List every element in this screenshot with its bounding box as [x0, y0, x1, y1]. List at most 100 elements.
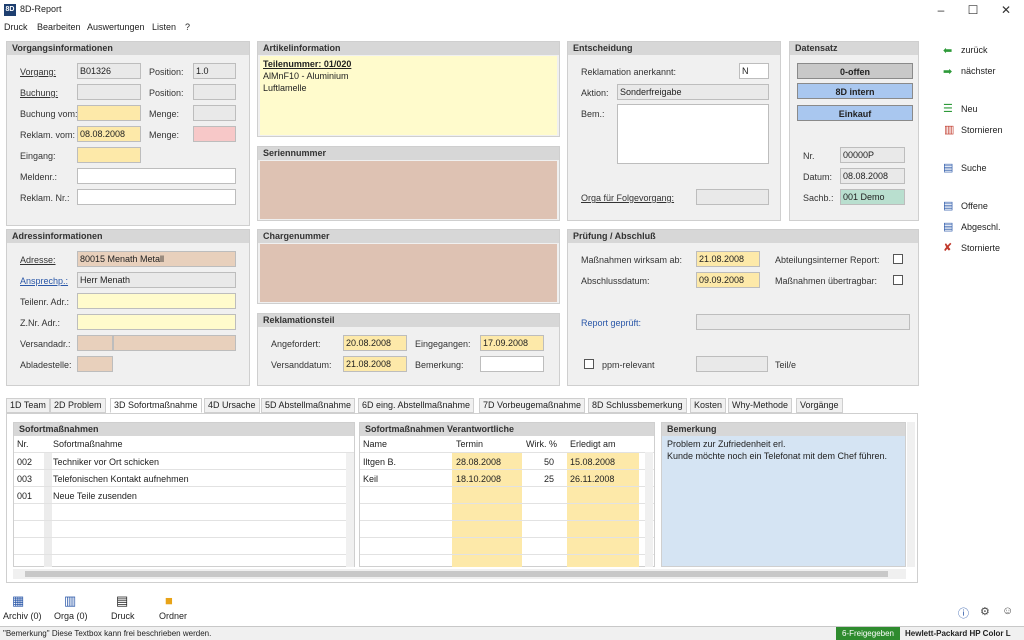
- sofort-row-1-text[interactable]: Techniker vor Ort schicken: [53, 457, 159, 467]
- reklam-vom-field[interactable]: 08.08.2008: [77, 126, 141, 142]
- abschluss-field[interactable]: 09.09.2008: [696, 272, 760, 288]
- abgeschl-button[interactable]: Abgeschl.: [961, 222, 1001, 232]
- menge-field[interactable]: [193, 105, 236, 121]
- vorgang-label[interactable]: Vorgang:: [20, 67, 56, 77]
- status-offen-button[interactable]: 0-offen: [797, 63, 913, 79]
- stornierte-button[interactable]: Stornierte: [961, 243, 1000, 253]
- maximize-button[interactable]: ☐: [962, 2, 984, 18]
- verantw-row-2-wirk[interactable]: 25: [544, 474, 554, 484]
- menge2-field[interactable]: [193, 126, 236, 142]
- adresse-label[interactable]: Adresse:: [20, 255, 56, 265]
- adresse-field[interactable]: 80015 Menath Metall: [77, 251, 236, 267]
- tab-2d-problem[interactable]: 2D Problem: [50, 398, 106, 413]
- bemerkung-box[interactable]: Bemerkung Problem zur Zufriedenheit erl.…: [661, 422, 906, 567]
- settings-icon[interactable]: ⚙: [980, 605, 990, 618]
- ablade-field[interactable]: [77, 356, 113, 372]
- buchung-label[interactable]: Buchung:: [20, 88, 58, 98]
- offene-button[interactable]: Offene: [961, 201, 988, 211]
- tab-6d-eing-abstellmassnahme[interactable]: 6D eing. Abstellmaßnahme: [358, 398, 475, 413]
- horizontal-scrollbar[interactable]: [13, 569, 906, 579]
- orga-label[interactable]: Orga für Folgevorgang:: [581, 193, 674, 203]
- verantw-row-2-erledigt[interactable]: 26.11.2008: [570, 474, 614, 484]
- versand-code-field[interactable]: [77, 335, 113, 351]
- tab-kosten[interactable]: Kosten: [690, 398, 727, 413]
- buchung-vom-field[interactable]: [77, 105, 141, 121]
- tab-4d-ursache[interactable]: 4D Ursache: [204, 398, 260, 413]
- bemerkung-scrollbar[interactable]: [907, 422, 915, 567]
- datum-field[interactable]: 08.08.2008: [840, 168, 905, 184]
- anerkannt-field[interactable]: N: [739, 63, 769, 79]
- verantw-row-1-erledigt[interactable]: 15.08.2008: [570, 457, 615, 467]
- artikel-box[interactable]: Teilenummer: 01/020 AlMnF10 - Aluminium …: [260, 56, 557, 135]
- reklam-nr-field[interactable]: [77, 189, 236, 205]
- neu-button[interactable]: Neu: [961, 104, 978, 114]
- ordner-button[interactable]: Ordner: [159, 611, 187, 621]
- meldenr-field[interactable]: [77, 168, 236, 184]
- verantw-scrollbar[interactable]: [645, 452, 653, 567]
- druck-button[interactable]: Druck: [111, 611, 135, 621]
- sofort-row-3-text[interactable]: Neue Teile zusenden: [53, 491, 137, 501]
- eingang-field[interactable]: [77, 147, 141, 163]
- stornieren-button[interactable]: Stornieren: [961, 125, 1003, 135]
- eingegangen-field[interactable]: 17.09.2008: [480, 335, 544, 351]
- suche-button[interactable]: Suche: [961, 163, 987, 173]
- teilenummer[interactable]: Teilenummer: 01/020: [263, 59, 351, 69]
- status-einkauf-button[interactable]: Einkauf: [797, 105, 913, 121]
- user-icon[interactable]: ☺: [1002, 605, 1013, 617]
- serien-box[interactable]: [260, 161, 557, 219]
- menu-bearbeiten[interactable]: Bearbeiten: [37, 22, 81, 32]
- menu-help[interactable]: ?: [185, 22, 190, 32]
- wirksam-field[interactable]: 21.08.2008: [696, 251, 760, 267]
- verantw-row-2-termin[interactable]: 18.10.2008: [456, 474, 501, 484]
- sofort-scrollbar[interactable]: [346, 453, 354, 567]
- zurueck-button[interactable]: zurück: [961, 45, 988, 55]
- sofort-row-2-text[interactable]: Telefonischen Kontakt aufnehmen: [53, 474, 189, 484]
- uebertragbar-checkbox[interactable]: [893, 275, 903, 285]
- sachb-field[interactable]: 001 Demo: [840, 189, 905, 205]
- position2-field[interactable]: [193, 84, 236, 100]
- minimize-button[interactable]: –: [930, 2, 952, 18]
- teile-field[interactable]: [696, 356, 768, 372]
- menu-druck[interactable]: Druck: [4, 22, 28, 32]
- scroll-thumb[interactable]: [25, 571, 888, 577]
- vorgang-field[interactable]: B01326: [77, 63, 141, 79]
- angefordert-field[interactable]: 20.08.2008: [343, 335, 407, 351]
- ansprech-label[interactable]: Ansprechp.:: [20, 276, 68, 286]
- verantw-row-1-termin[interactable]: 28.08.2008: [456, 457, 501, 467]
- aktion-field[interactable]: Sonderfreigabe: [617, 84, 769, 100]
- nr-field[interactable]: 00000P: [840, 147, 905, 163]
- tab-3d-sofortmassnahme[interactable]: 3D Sofortmaßnahme: [110, 398, 202, 413]
- position-field[interactable]: 1.0: [193, 63, 236, 79]
- tab-vorgaenge[interactable]: Vorgänge: [796, 398, 843, 413]
- close-button[interactable]: ✕: [995, 2, 1017, 18]
- report-field[interactable]: [696, 314, 910, 330]
- versanddatum-field[interactable]: 21.08.2008: [343, 356, 407, 372]
- status-intern-button[interactable]: 8D intern: [797, 83, 913, 99]
- orga-field[interactable]: [696, 189, 769, 205]
- tab-8d-schlussbemerkung[interactable]: 8D Schlussbemerkung: [588, 398, 687, 413]
- ansprech-field[interactable]: Herr Menath: [77, 272, 236, 288]
- sofort-row-1-nr[interactable]: 002: [17, 457, 32, 467]
- bem-textarea[interactable]: [617, 104, 769, 164]
- sofort-row-2-nr[interactable]: 003: [17, 474, 32, 484]
- tab-7d-vorbeugemassnahme[interactable]: 7D Vorbeugemaßnahme: [479, 398, 586, 413]
- charge-box[interactable]: [260, 244, 557, 302]
- orga-button[interactable]: Orga (0): [54, 611, 88, 621]
- info-icon[interactable]: ⓘ: [958, 605, 969, 621]
- sofort-row-3-nr[interactable]: 001: [17, 491, 32, 501]
- menu-listen[interactable]: Listen: [152, 22, 176, 32]
- verantw-row-1-wirk[interactable]: 50: [544, 457, 554, 467]
- versand-field[interactable]: [113, 335, 236, 351]
- menu-auswertungen[interactable]: Auswertungen: [87, 22, 145, 32]
- znr-field[interactable]: [77, 314, 236, 330]
- ppm-checkbox[interactable]: [584, 359, 594, 369]
- archiv-button[interactable]: Archiv (0): [3, 611, 42, 621]
- tab-5d-abstellmassnahme[interactable]: 5D Abstellmaßnahme: [261, 398, 356, 413]
- tab-why-methode[interactable]: Why-Methode: [728, 398, 793, 413]
- tab-1d-team[interactable]: 1D Team: [6, 398, 50, 413]
- abteilung-checkbox[interactable]: [893, 254, 903, 264]
- teilenr-field[interactable]: [77, 293, 236, 309]
- verantw-row-2-name[interactable]: Keil: [363, 474, 378, 484]
- verantw-row-1-name[interactable]: Iltgen B.: [363, 457, 396, 467]
- bemerkung-rk-field[interactable]: [480, 356, 544, 372]
